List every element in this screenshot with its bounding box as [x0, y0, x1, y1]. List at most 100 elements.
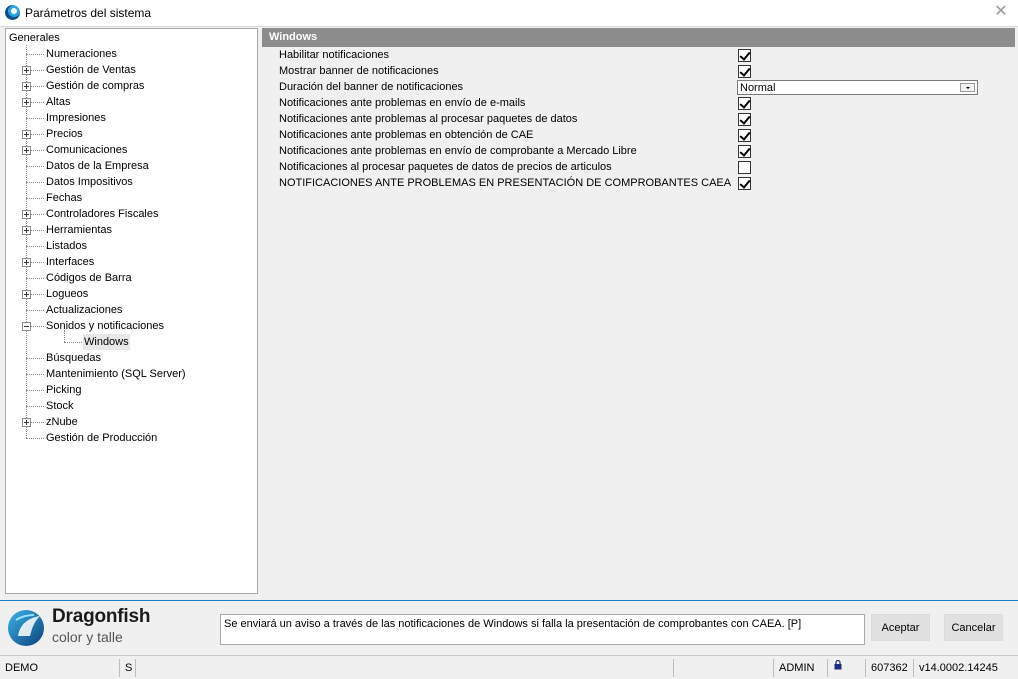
- status-mode: S: [122, 659, 136, 677]
- duration-select[interactable]: Normal: [737, 80, 978, 95]
- tree-item-comunicaciones[interactable]: Comunicaciones: [6, 142, 256, 158]
- tree-item-picking[interactable]: Picking: [6, 382, 256, 398]
- option-label: Notificaciones ante problemas en envío d…: [279, 97, 526, 109]
- status-code: 607362: [868, 659, 914, 677]
- settings-tree[interactable]: Generales Numeraciones Gestión de Ventas G…: [5, 28, 258, 594]
- accept-button[interactable]: Aceptar: [871, 614, 930, 641]
- tree-item-gestion-de-produccion[interactable]: Gestión de Producción: [6, 430, 256, 446]
- tree-item-stock[interactable]: Stock: [6, 398, 256, 414]
- expand-icon[interactable]: [22, 98, 31, 107]
- expand-icon[interactable]: [22, 210, 31, 219]
- tree-item-label: Actualizaciones: [46, 304, 123, 316]
- tree-item-label: Impresiones: [46, 112, 106, 124]
- option-label: Notificaciones ante problemas en envío d…: [279, 145, 637, 157]
- option-row: Notificaciones ante problemas en envío d…: [279, 144, 979, 160]
- option-label: Habilitar notificaciones: [279, 49, 390, 61]
- tree-item-label: Gestión de compras: [46, 80, 145, 92]
- checkbox-checked[interactable]: [738, 177, 751, 190]
- expand-icon[interactable]: [22, 290, 31, 299]
- tree-item-numeraciones[interactable]: Numeraciones: [6, 46, 256, 62]
- tree-connector-line: [26, 246, 44, 247]
- tree-connector-line: [26, 406, 44, 407]
- tree-item-listados[interactable]: Listados: [6, 238, 256, 254]
- tree-item-label: Interfaces: [46, 256, 95, 268]
- tree-item-fechas[interactable]: Fechas: [6, 190, 256, 206]
- expand-icon[interactable]: [22, 82, 31, 91]
- option-row: Notificaciones ante problemas en obtenci…: [279, 128, 979, 144]
- dragonfish-logo-icon: [8, 610, 44, 646]
- status-bar: DEMO S ADMIN 607362 v14.0002.14245: [0, 655, 1018, 679]
- help-text: Se enviará un aviso a través de las noti…: [220, 614, 865, 645]
- checkbox-unchecked[interactable]: [738, 161, 751, 174]
- checkbox-checked[interactable]: [738, 65, 751, 78]
- tree-child-line: [64, 330, 65, 342]
- cancel-button[interactable]: Cancelar: [944, 614, 1003, 641]
- window-title: Parámetros del sistema: [25, 6, 152, 20]
- expand-icon[interactable]: [22, 66, 31, 75]
- tree-connector-line: [26, 310, 44, 311]
- tree-connector-line: [26, 390, 44, 391]
- tree-item-interfaces[interactable]: Interfaces: [6, 254, 256, 270]
- expand-icon[interactable]: [22, 226, 31, 235]
- option-row: Notificaciones al procesar paquetes de d…: [279, 160, 979, 176]
- tree-item-label: Precios: [46, 128, 83, 140]
- tree-item-label: Códigos de Barra: [46, 272, 132, 284]
- status-database: DEMO: [2, 659, 120, 677]
- tree-connector-line: [26, 198, 44, 199]
- checkbox-checked[interactable]: [738, 145, 751, 158]
- collapse-icon[interactable]: [22, 322, 31, 331]
- tree-item-mantenimiento-sql-server[interactable]: Mantenimiento (SQL Server): [6, 366, 256, 382]
- status-user: ADMIN: [776, 659, 828, 677]
- tree-item-altas[interactable]: Altas: [6, 94, 256, 110]
- option-row: Habilitar notificaciones: [279, 48, 979, 64]
- tree-item-datos-de-la-empresa[interactable]: Datos de la Empresa: [6, 158, 256, 174]
- tree-item-label: Fechas: [46, 192, 83, 204]
- tree-item-impresiones[interactable]: Impresiones: [6, 110, 256, 126]
- checkbox-checked[interactable]: [738, 113, 751, 126]
- tree-item-label: zNube: [46, 416, 78, 428]
- tree-connector-line: [26, 166, 44, 167]
- option-label: Notificaciones al procesar paquetes de d…: [279, 161, 612, 173]
- expand-icon[interactable]: [22, 146, 31, 155]
- tree-item-label: Búsquedas: [46, 352, 102, 364]
- tree-item-gestion-de-compras[interactable]: Gestión de compras: [6, 78, 256, 94]
- tree-item-busquedas[interactable]: Búsquedas: [6, 350, 256, 366]
- tree-item-label: Datos Impositivos: [46, 176, 133, 188]
- expand-icon[interactable]: [22, 258, 31, 267]
- brand-subtitle: color y talle: [52, 629, 123, 645]
- tree-item-sonidos-y-notificaciones[interactable]: Sonidos y notificaciones: [6, 318, 256, 334]
- tree-item-label: Listados: [46, 240, 87, 252]
- tree-item-label: Gestión de Ventas: [46, 64, 136, 76]
- expand-icon[interactable]: [22, 418, 31, 427]
- tree-item-label: Datos de la Empresa: [46, 160, 149, 172]
- tree-item-precios[interactable]: Precios: [6, 126, 256, 142]
- tree-item-datos-impositivos[interactable]: Datos Impositivos: [6, 174, 256, 190]
- bottom-bar: Dragonfish color y talle Se enviará un a…: [0, 600, 1018, 655]
- tree-item-windows[interactable]: Windows: [6, 330, 256, 350]
- checkbox-checked[interactable]: [738, 129, 751, 142]
- dropdown-arrow-icon[interactable]: [960, 83, 975, 92]
- expand-icon[interactable]: [22, 130, 31, 139]
- tree-item-controladores-fiscales[interactable]: Controladores Fiscales: [6, 206, 256, 222]
- checkbox-checked[interactable]: [738, 97, 751, 110]
- tree-item-gestion-de-ventas[interactable]: Gestión de Ventas: [6, 62, 256, 78]
- tree-item-label: Stock: [46, 400, 74, 412]
- close-icon[interactable]: ✕: [992, 3, 1010, 21]
- tree-item-label: Logueos: [46, 288, 89, 300]
- option-label: NOTIFICACIONES ANTE PROBLEMAS EN PRESENT…: [279, 177, 732, 189]
- tree-item-label: Windows: [83, 334, 130, 350]
- checkbox-checked[interactable]: [738, 49, 751, 62]
- tree-item-actualizaciones[interactable]: Actualizaciones: [6, 302, 256, 318]
- option-row: NOTIFICACIONES ANTE PROBLEMAS EN PRESENT…: [279, 176, 979, 192]
- option-row: Duración del banner de notificaciones Nor…: [279, 80, 979, 96]
- tree-connector-line: [26, 438, 44, 439]
- tree-item-znube[interactable]: zNube: [6, 414, 256, 430]
- tree-item-label: Controladores Fiscales: [46, 208, 159, 220]
- option-row: Notificaciones ante problemas al procesa…: [279, 112, 979, 128]
- tree-item-codigos-de-barra[interactable]: Códigos de Barra: [6, 270, 256, 286]
- tree-item-label: Numeraciones: [46, 48, 117, 60]
- tree-item-logueos[interactable]: Logueos: [6, 286, 256, 302]
- tree-item-herramientas[interactable]: Herramientas: [6, 222, 256, 238]
- tree-connector-line: [26, 358, 44, 359]
- tree-item-label: Herramientas: [46, 224, 113, 236]
